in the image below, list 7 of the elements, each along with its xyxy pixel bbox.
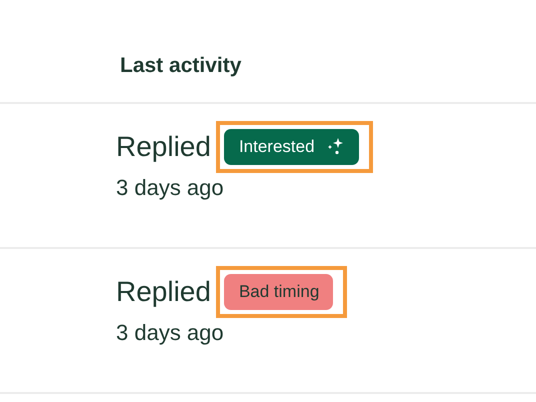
activity-status: Replied [116, 276, 211, 308]
activity-time: 3 days ago [116, 320, 225, 346]
column-header: Last activity [120, 54, 242, 77]
status-tag: Bad timing [224, 274, 334, 310]
status-tag: Interested [224, 129, 359, 165]
activity-status: Replied [116, 131, 211, 163]
activity-time: 3 days ago [116, 175, 225, 201]
